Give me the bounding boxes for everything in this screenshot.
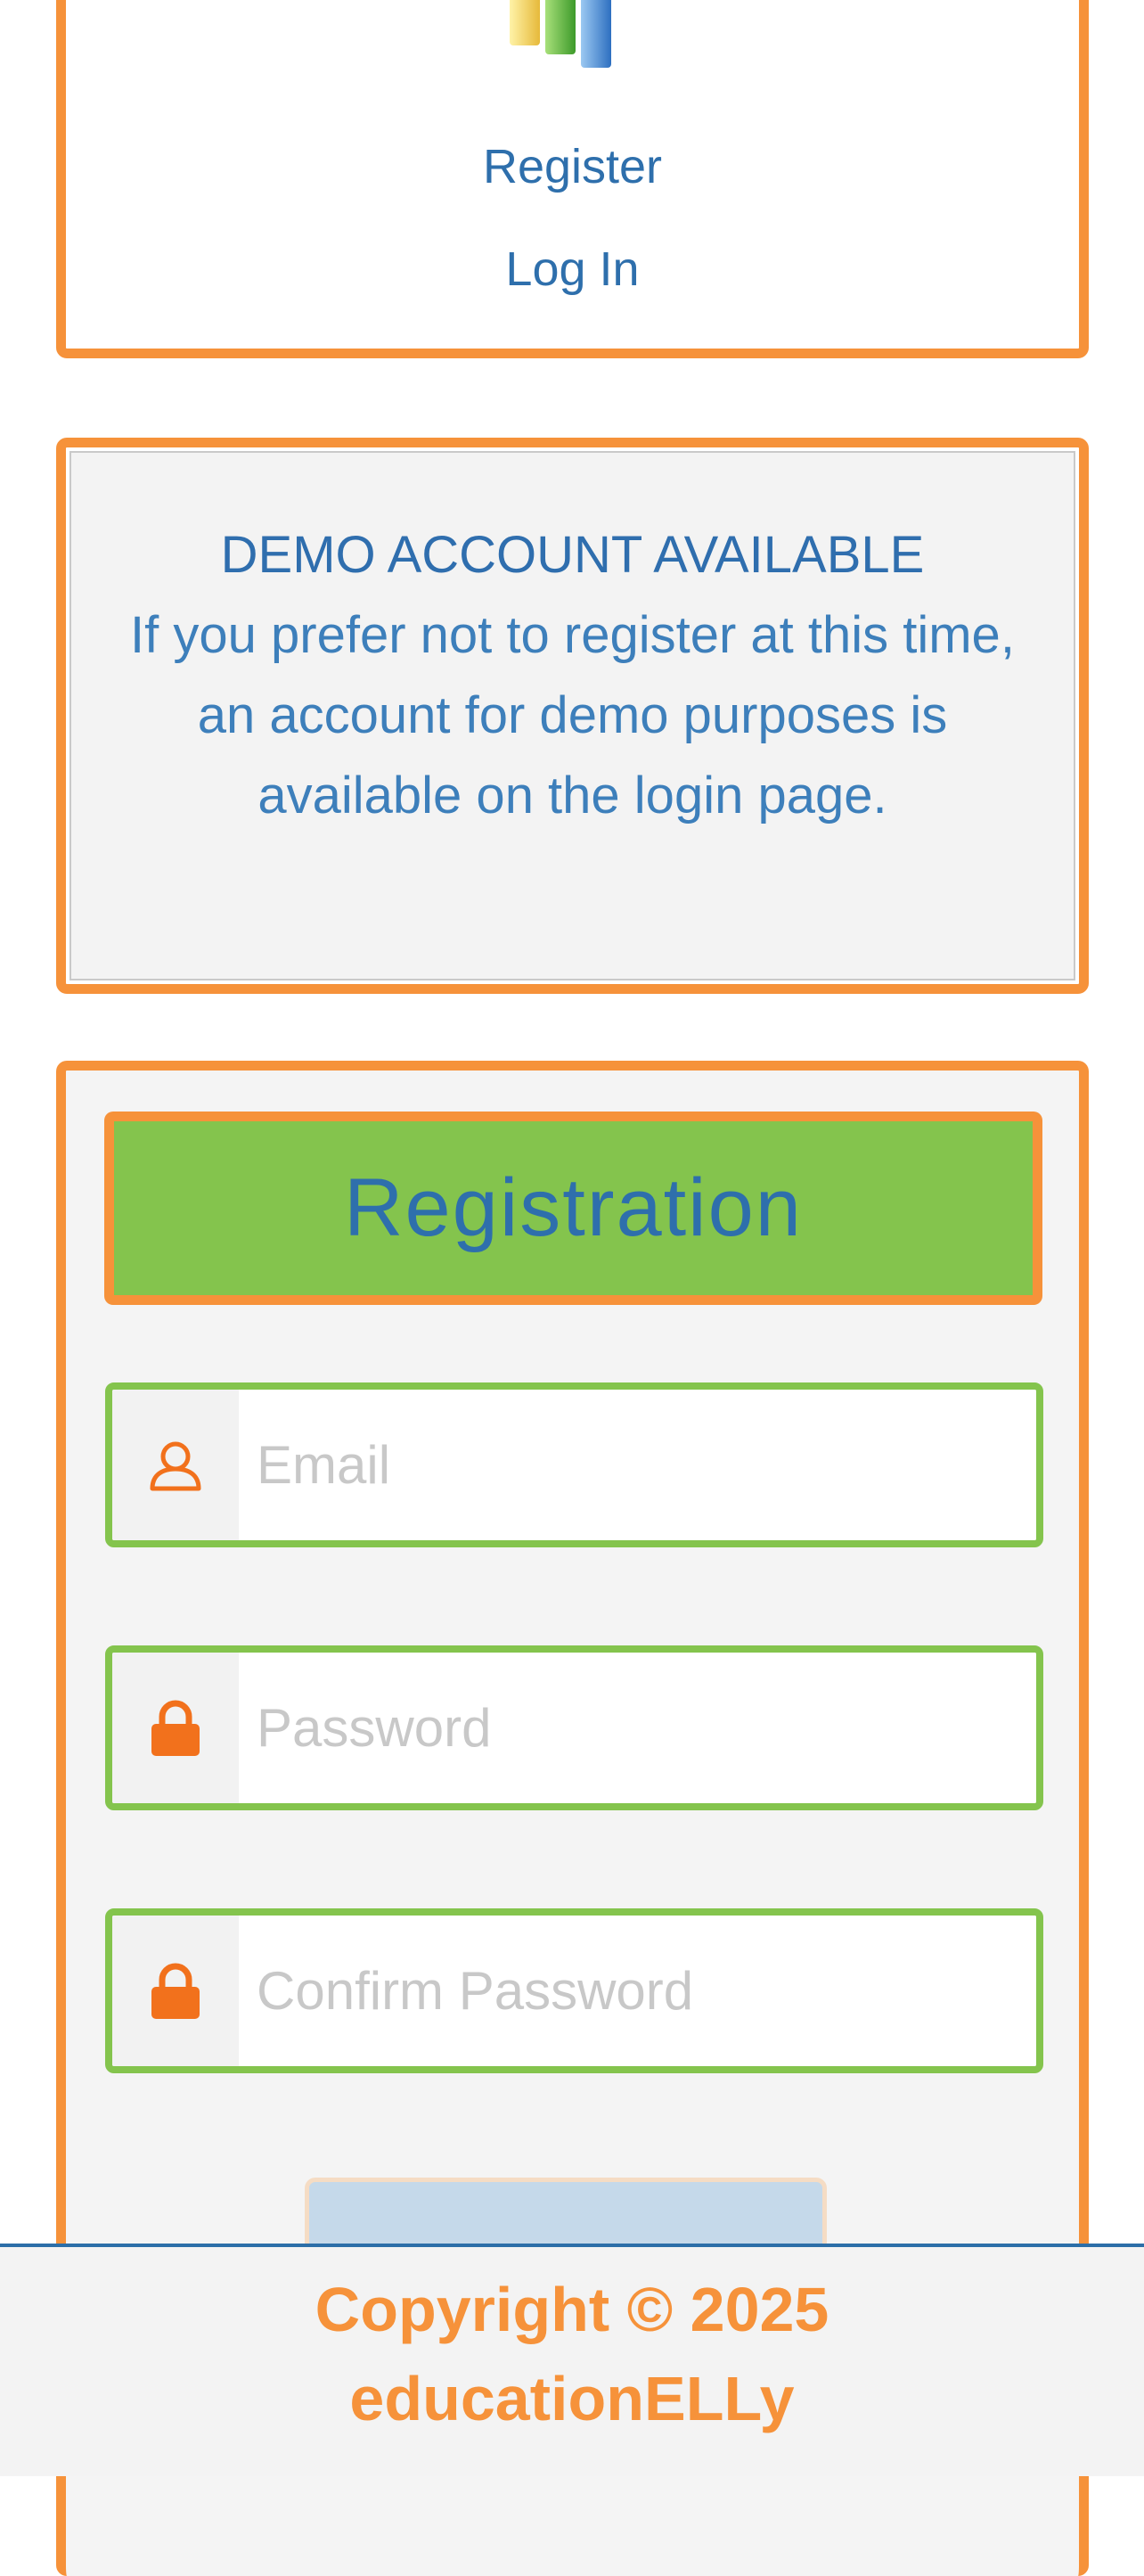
confirm-password-field-group bbox=[105, 1908, 1043, 2073]
email-field-group bbox=[105, 1382, 1043, 1547]
password-field-group bbox=[105, 1645, 1043, 1810]
lock-icon bbox=[112, 1916, 239, 2066]
registration-title: Registration bbox=[344, 1162, 803, 1253]
password-input[interactable] bbox=[239, 1653, 1036, 1803]
bar-chart-logo-icon bbox=[510, 0, 611, 68]
lock-icon bbox=[112, 1653, 239, 1803]
demo-account-text: If you prefer not to register at this ti… bbox=[130, 606, 1015, 824]
demo-account-card: DEMO ACCOUNT AVAILABLE If you prefer not… bbox=[56, 438, 1089, 994]
nav-card: Register Log In bbox=[56, 0, 1089, 358]
user-icon bbox=[112, 1390, 239, 1540]
footer: Copyright © 2025 educationELLy bbox=[0, 2244, 1144, 2476]
confirm-password-input[interactable] bbox=[239, 1916, 1036, 2066]
email-input[interactable] bbox=[239, 1390, 1036, 1540]
login-link[interactable]: Log In bbox=[66, 242, 1079, 297]
demo-account-panel: DEMO ACCOUNT AVAILABLE If you prefer not… bbox=[69, 451, 1075, 980]
registration-header: Registration bbox=[104, 1112, 1042, 1305]
brand-name: educationELLy bbox=[349, 2364, 795, 2433]
copyright-text: Copyright © 2025 bbox=[315, 2275, 829, 2344]
demo-account-title: DEMO ACCOUNT AVAILABLE bbox=[220, 526, 925, 584]
register-link[interactable]: Register bbox=[66, 139, 1079, 194]
